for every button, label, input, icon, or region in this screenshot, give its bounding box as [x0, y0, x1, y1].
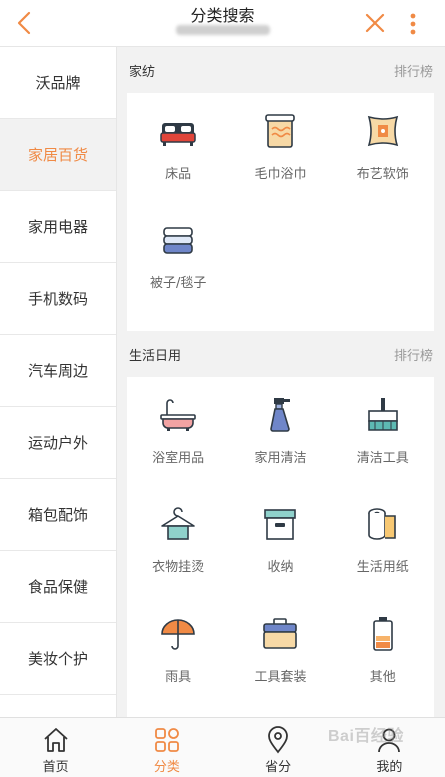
blurred-subtitle [176, 25, 270, 35]
ranking-link[interactable]: 排行榜 [394, 345, 433, 364]
app: 分类搜索 沃品牌 家居百货 家用电器 手机数码 汽车周边 运动户外 箱包配饰 食… [0, 0, 445, 777]
section-header-textiles: 家纺 排行榜 [117, 47, 445, 93]
category-item-tool-kits[interactable]: 工具套装 [229, 610, 331, 717]
section-grid-daily-use: 浴室用品 家用清洁 清洁工具 衣物挂烫 收纳 生活用纸 雨具 工具套装 其他 [127, 377, 434, 717]
sidebar-item-appliances[interactable]: 家用电器 [0, 191, 116, 263]
tab-province[interactable]: 省分 [223, 718, 334, 777]
section-title: 家纺 [129, 64, 156, 80]
hanger-icon [161, 507, 195, 541]
sidebar-item-food[interactable]: 食品保健 [0, 551, 116, 623]
category-item-cleaning-tools[interactable]: 清洁工具 [332, 391, 434, 499]
watermark: Bai百经验 [328, 728, 404, 745]
ranking-link[interactable]: 排行榜 [394, 61, 433, 80]
category-item-towels[interactable]: 毛巾浴巾 [229, 107, 331, 215]
category-item-clothes-care[interactable]: 衣物挂烫 [127, 500, 229, 608]
category-item-label: 被子/毯子 [149, 276, 207, 291]
more-vertical-icon[interactable] [406, 11, 420, 37]
sidebar-item-outdoor[interactable]: 运动户外 [0, 407, 116, 479]
category-sidebar: 沃品牌 家居百货 家用电器 手机数码 汽车周边 运动户外 箱包配饰 食品保健 美… [0, 47, 117, 717]
section-header-daily-use: 生活日用 排行榜 [117, 331, 445, 377]
category-item-label: 雨具 [165, 669, 192, 685]
category-item-label: 衣物挂烫 [152, 560, 205, 576]
tissue-roll-icon [367, 508, 396, 541]
tab-label: 分类 [153, 760, 180, 775]
umbrella-icon [161, 618, 195, 650]
category-content: 家纺 排行榜 床品 毛巾浴巾 布艺软饰 被子/毯子 生活日用 排行榜 浴室用品 … [117, 47, 445, 717]
sidebar-item-brand[interactable]: 沃品牌 [0, 47, 116, 119]
category-icon [154, 728, 179, 752]
category-item-label: 生活用纸 [356, 560, 409, 576]
category-item-label: 浴室用品 [152, 451, 205, 466]
category-item-bedding[interactable]: 床品 [127, 107, 229, 215]
category-item-household-cleaning[interactable]: 家用清洁 [229, 391, 331, 499]
section-title: 生活日用 [129, 348, 182, 364]
tab-label: 我的 [376, 760, 403, 775]
category-item-label: 收纳 [267, 560, 294, 576]
tab-label: 省分 [265, 760, 292, 775]
close-icon[interactable] [364, 12, 386, 34]
sidebar-item-auto[interactable]: 汽车周边 [0, 335, 116, 407]
tab-label: 首页 [42, 760, 69, 775]
category-item-label: 床品 [165, 167, 192, 182]
broom-icon [367, 398, 398, 431]
cushion-icon [367, 115, 398, 147]
bed-icon [160, 123, 196, 146]
toolbox-icon [263, 617, 298, 649]
category-item-label: 清洁工具 [356, 451, 409, 466]
spray-bottle-icon [270, 398, 291, 432]
category-item-blankets[interactable]: 被子/毯子 [127, 216, 229, 324]
tab-home[interactable]: 首页 [0, 718, 111, 777]
tab-category[interactable]: 分类 [111, 718, 222, 777]
location-pin-icon [268, 726, 289, 754]
category-item-bathroom[interactable]: 浴室用品 [127, 391, 229, 499]
category-item-label: 布艺软饰 [356, 167, 409, 182]
category-item-storage[interactable]: 收纳 [229, 500, 331, 608]
towel-icon [265, 114, 296, 148]
section-grid-textiles: 床品 毛巾浴巾 布艺软饰 被子/毯子 [127, 93, 434, 331]
sidebar-item-home-goods[interactable]: 家居百货 [0, 119, 116, 191]
blanket-icon [163, 227, 193, 254]
battery-icon [372, 616, 393, 651]
category-item-paper[interactable]: 生活用纸 [332, 500, 434, 608]
category-item-label: 其他 [369, 669, 396, 685]
bathtub-icon [160, 399, 196, 431]
category-item-label: 工具套装 [254, 669, 307, 685]
category-item-label: 家用清洁 [254, 451, 307, 466]
sidebar-item-digital[interactable]: 手机数码 [0, 263, 116, 335]
storage-box-icon [264, 509, 297, 541]
category-item-soft-furnishings[interactable]: 布艺软饰 [332, 107, 434, 215]
header: 分类搜索 [0, 0, 445, 47]
category-item-rain-gear[interactable]: 雨具 [127, 610, 229, 717]
sidebar-item-bags[interactable]: 箱包配饰 [0, 479, 116, 551]
home-icon [44, 728, 68, 752]
category-item-other[interactable]: 其他 [332, 610, 434, 717]
category-item-label: 毛巾浴巾 [254, 167, 307, 182]
sidebar-item-beauty[interactable]: 美妆个护 [0, 623, 116, 695]
